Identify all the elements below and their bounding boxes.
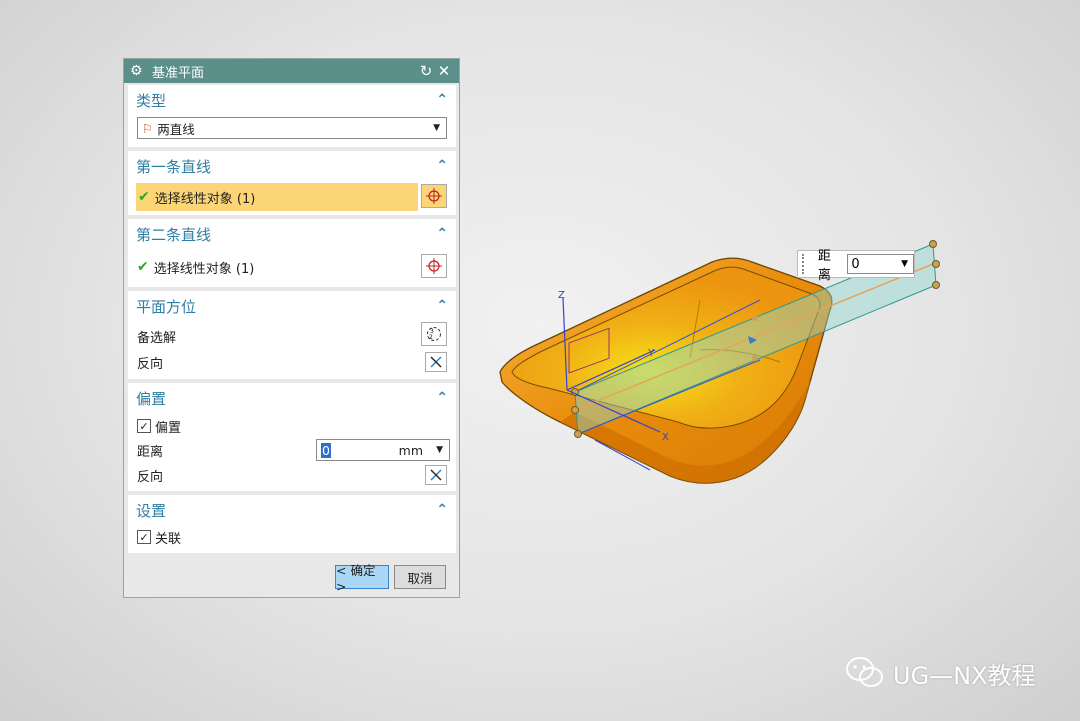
distance-popup-label: 距离 xyxy=(817,249,831,283)
crosshair-icon xyxy=(426,258,442,274)
second-line-selection-label: 选择线性对象 (1) xyxy=(153,261,255,277)
dialog-button-bar: < 确定 > 取消 xyxy=(124,563,459,594)
section-settings-label: 设置 xyxy=(136,501,167,520)
section-orientation-label: 平面方位 xyxy=(136,297,197,316)
section-type-label: 类型 xyxy=(136,91,167,110)
dropdown-arrow-icon[interactable]: ▼ xyxy=(901,259,908,269)
chevron-up-icon[interactable]: ⌃ xyxy=(436,158,448,174)
cancel-button[interactable]: 取消 xyxy=(394,565,446,589)
offset-reverse-label: 反向 xyxy=(137,469,164,485)
check-icon: ✔ xyxy=(138,189,150,205)
chevron-up-icon[interactable]: ⌃ xyxy=(436,390,448,406)
section-first-line-label: 第一条直线 xyxy=(136,157,212,176)
distance-popup[interactable]: 距离 0 ▼ xyxy=(797,249,915,283)
gear-icon[interactable]: ⚙ xyxy=(130,63,146,79)
associative-checkbox-label: 关联 xyxy=(155,531,182,547)
dialog-title: 基准平面 xyxy=(152,65,205,81)
flag-icon: ⚐ xyxy=(142,120,154,136)
cycle-icon: 32 xyxy=(427,327,441,341)
chevron-up-icon[interactable]: ⌃ xyxy=(436,502,448,518)
axis-x-label: X xyxy=(662,432,669,443)
reverse-arrows-icon xyxy=(430,469,442,481)
section-offset: 偏置 ⌃ ✓ 偏置 距离 0 mm ▼ 反向 xyxy=(128,383,456,491)
distance-input-value: 0 xyxy=(321,442,331,458)
section-orientation-header[interactable]: 平面方位 ⌃ xyxy=(128,291,456,321)
section-first-line: 第一条直线 ⌃ ✔ 选择线性对象 (1) xyxy=(128,151,456,215)
orientation-reverse-label: 反向 xyxy=(137,356,164,372)
offset-checkbox[interactable]: ✓ xyxy=(137,419,151,433)
offset-reverse-button[interactable] xyxy=(425,465,447,485)
wcs-triad: Z Y X xyxy=(558,290,669,471)
dropdown-arrow-icon[interactable]: ▼ xyxy=(436,445,443,455)
dialog-titlebar: ⚙ 基准平面 ↻ ✕ xyxy=(124,59,459,83)
reverse-arrows-icon xyxy=(430,356,442,368)
ok-button[interactable]: < 确定 > xyxy=(335,563,389,594)
axis-z-label: Z xyxy=(558,290,565,301)
distance-popup-input[interactable]: 0 ▼ xyxy=(847,254,914,274)
chevron-up-icon[interactable]: ⌃ xyxy=(436,226,448,242)
section-type: 类型 ⌃ ⚐ 两直线 ▼ xyxy=(128,85,456,147)
svg-text:2: 2 xyxy=(429,334,433,341)
second-line-selection-row[interactable]: ✔ 选择线性对象 (1) xyxy=(128,253,456,281)
type-select[interactable]: ⚐ 两直线 ▼ xyxy=(137,117,447,139)
section-settings: 设置 ⌃ ✓ 关联 xyxy=(128,495,456,553)
section-orientation: 平面方位 ⌃ 备选解 32 反向 xyxy=(128,291,456,379)
orientation-reverse-row: 反向 xyxy=(128,349,456,375)
datum-plane-dialog: ⚙ 基准平面 ↻ ✕ 类型 ⌃ ⚐ 两直线 ▼ 第一条直线 ⌃ ✔ 选择线性对象… xyxy=(123,58,460,598)
close-icon[interactable]: ✕ xyxy=(435,62,453,80)
distance-unit: mm xyxy=(398,442,423,458)
crosshair-icon xyxy=(426,188,442,204)
crosshair-select-button[interactable] xyxy=(421,254,447,278)
first-line-selection-label: 选择线性对象 (1) xyxy=(154,191,256,207)
distance-popup-value: 0 xyxy=(851,256,860,272)
drag-handle[interactable] xyxy=(802,254,808,274)
watermark-text: UG—NX教程 xyxy=(893,661,1036,690)
distance-label: 距离 xyxy=(137,444,164,460)
check-icon: ✔ xyxy=(137,259,149,275)
section-offset-label: 偏置 xyxy=(136,389,167,408)
alternate-solution-button[interactable]: 32 xyxy=(421,322,447,346)
dropdown-arrow-icon[interactable]: ▼ xyxy=(433,123,440,133)
offset-checkbox-label: 偏置 xyxy=(155,420,182,436)
section-offset-header[interactable]: 偏置 ⌃ xyxy=(128,383,456,413)
section-second-line-label: 第二条直线 xyxy=(136,225,212,244)
associative-checkbox-row[interactable]: ✓ 关联 xyxy=(128,524,456,550)
first-line-selection-row[interactable]: ✔ 选择线性对象 (1) xyxy=(136,183,418,211)
type-select-value: 两直线 xyxy=(157,121,195,137)
tray-part[interactable] xyxy=(499,257,833,484)
alternate-solution-row: 备选解 xyxy=(128,323,456,349)
offset-reverse-row: 反向 xyxy=(128,462,456,488)
crosshair-select-button[interactable] xyxy=(421,184,447,208)
section-settings-header[interactable]: 设置 ⌃ xyxy=(128,495,456,525)
associative-checkbox[interactable]: ✓ xyxy=(137,530,151,544)
chevron-up-icon[interactable]: ⌃ xyxy=(436,92,448,108)
axis-y-label: Y xyxy=(647,348,655,359)
watermark: UG—NX教程 xyxy=(845,655,1036,691)
section-first-line-header[interactable]: 第一条直线 ⌃ xyxy=(128,151,456,181)
section-second-line-header[interactable]: 第二条直线 ⌃ xyxy=(128,219,456,249)
reverse-direction-button[interactable] xyxy=(425,352,447,372)
distance-input[interactable]: 0 mm ▼ xyxy=(316,439,450,461)
section-second-line: 第二条直线 ⌃ ✔ 选择线性对象 (1) xyxy=(128,219,456,287)
reset-icon[interactable]: ↻ xyxy=(417,62,435,80)
section-type-header[interactable]: 类型 ⌃ xyxy=(128,85,456,115)
chevron-up-icon[interactable]: ⌃ xyxy=(436,298,448,314)
wechat-icon xyxy=(846,657,883,687)
alternate-solution-label: 备选解 xyxy=(137,330,177,346)
offset-checkbox-row[interactable]: ✓ 偏置 xyxy=(128,413,456,439)
